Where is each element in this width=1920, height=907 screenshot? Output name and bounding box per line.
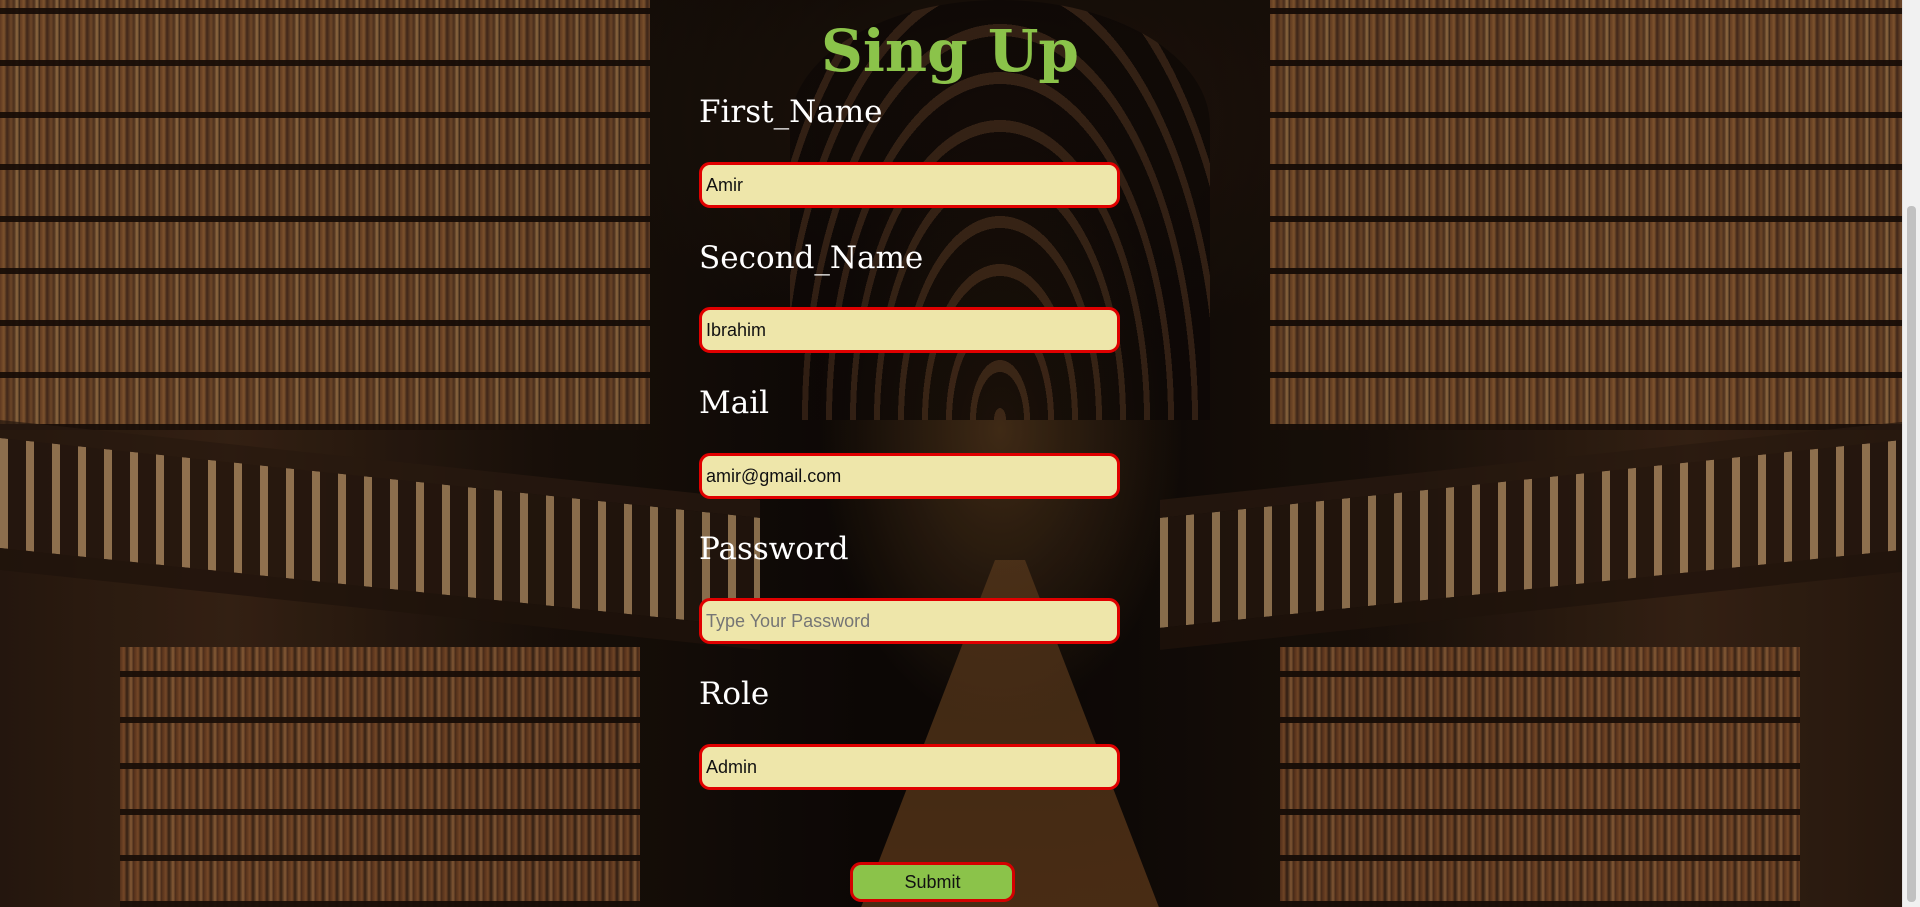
scrollbar-thumb[interactable] [1907, 206, 1916, 902]
page: Sing Up First_Name Second_Name Mail Pass… [0, 0, 1920, 907]
page-title: Sing Up [821, 17, 1079, 85]
signup-form: Sing Up First_Name Second_Name Mail Pass… [0, 0, 1903, 907]
second-name-input[interactable] [699, 307, 1120, 353]
second-name-label: Second_Name [699, 240, 924, 276]
mail-input[interactable] [699, 453, 1120, 499]
password-input[interactable] [699, 598, 1120, 644]
first-name-label: First_Name [699, 94, 883, 130]
mail-label: Mail [699, 385, 770, 421]
vertical-scrollbar[interactable] [1902, 0, 1920, 907]
password-label: Password [699, 531, 849, 567]
submit-button[interactable]: Submit [850, 862, 1015, 902]
first-name-input[interactable] [699, 162, 1120, 208]
role-label: Role [699, 676, 770, 712]
role-input[interactable] [699, 744, 1120, 790]
